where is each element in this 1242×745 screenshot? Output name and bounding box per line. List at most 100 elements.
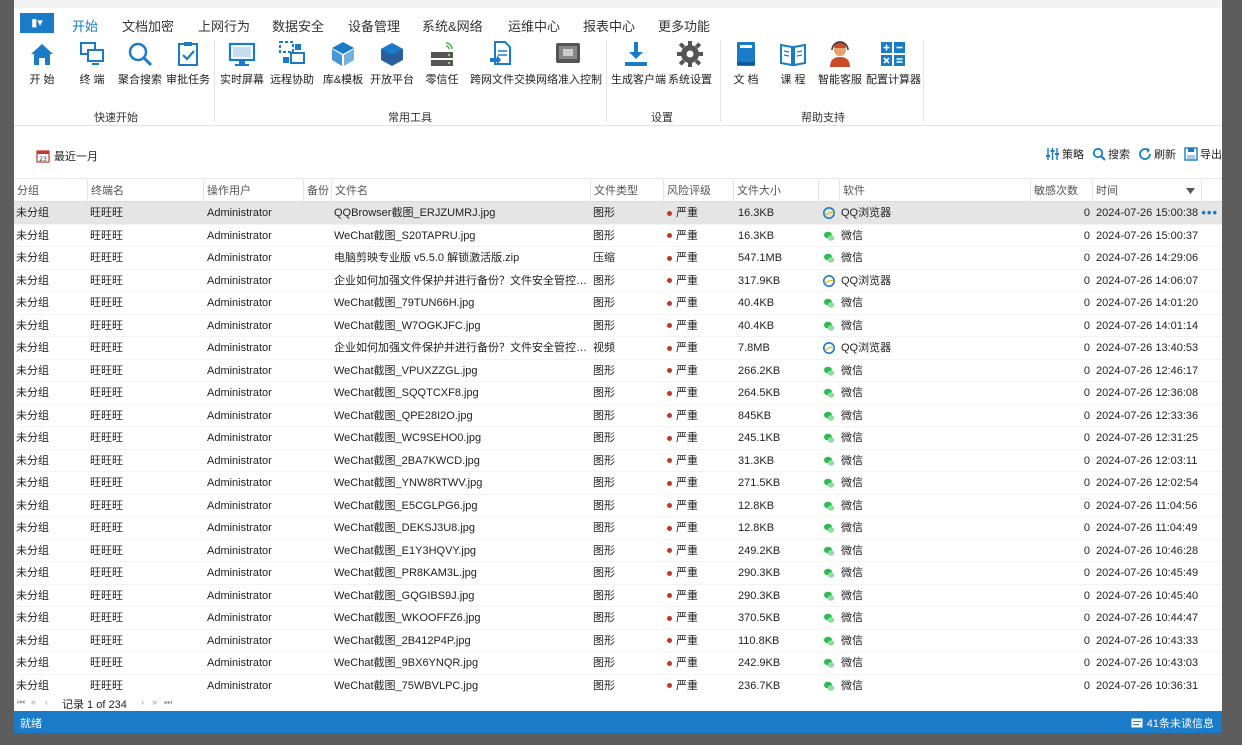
software-label: 微信: [841, 612, 863, 624]
table-row[interactable]: 未分组 旺旺旺 Administrator 企业如何加强文件保护并进行备份？文件安全管…: [14, 337, 1222, 360]
ribbon-system-settings-button[interactable]: 系统设置: [668, 40, 712, 88]
table-row[interactable]: 未分组 旺旺旺 Administrator WeChat截图_75WBVLPC.jpg…: [14, 675, 1222, 696]
ribbon-network-access-button[interactable]: 网络准入控制: [536, 40, 602, 88]
unread-messages-label: 41条未读信息: [1146, 718, 1214, 730]
table-row[interactable]: 未分组 旺旺旺 Administrator WeChat截图_WC9SEHO0.jpg…: [14, 427, 1222, 450]
ribbon-library-button[interactable]: 库&模板: [321, 40, 365, 88]
ribbon-remote-assist-button[interactable]: 远程协助: [270, 40, 314, 88]
ribbon-courses-label: 课 程: [780, 74, 806, 86]
menu-bar: ▮▾ 开始 文档加密 上网行为 数据安全 设备管理 系统&网络 运维中心 报表中…: [14, 8, 1222, 41]
tab-web-behavior[interactable]: 上网行为: [198, 16, 250, 35]
cell-group: 未分组: [16, 319, 49, 332]
ribbon-aggregate-search-label: 聚合搜索: [118, 74, 162, 86]
refresh-button[interactable]: 刷新: [1138, 146, 1176, 162]
table-row[interactable]: 未分组 旺旺旺 Administrator WeChat截图_GQGIBS9J.jpg…: [14, 585, 1222, 607]
tab-doc-encryption[interactable]: 文档加密: [122, 16, 174, 35]
cell-group: 未分组: [16, 432, 49, 444]
software-label: 微信: [841, 477, 863, 489]
ribbon-smart-support-button[interactable]: 智能客服: [818, 40, 862, 88]
tab-report-center[interactable]: 报表中心: [583, 16, 635, 35]
table-row[interactable]: 未分组 旺旺旺 Administrator WeChat截图_VPUXZZGL.jpg…: [14, 360, 1222, 382]
tab-system-network[interactable]: 系统&网络: [422, 16, 483, 35]
app-menu-button[interactable]: ▮▾: [20, 13, 54, 33]
table-row[interactable]: 未分组 旺旺旺 Administrator WeChat截图_9BX6YNQR.jpg…: [14, 652, 1222, 675]
ribbon-config-calculator-button[interactable]: 配置计算器: [866, 40, 921, 88]
cell-size: 249.2KB: [738, 544, 781, 557]
last-page-icon[interactable]: ⏭: [164, 697, 172, 708]
column-header-filename[interactable]: 文件名: [331, 180, 591, 202]
risk-label: 严重: [676, 229, 698, 242]
ribbon-cross-network-button[interactable]: 跨网文件交换: [470, 40, 536, 88]
cell-size: 31.3KB: [738, 454, 775, 467]
column-header-backup[interactable]: 备份: [303, 180, 332, 202]
ribbon-generate-client-button[interactable]: 生成客户端: [611, 40, 666, 88]
column-header-filesize[interactable]: 文件大小: [733, 180, 819, 202]
cell-user: Administrator: [207, 342, 272, 354]
date-range-selector[interactable]: 23 最近一月: [36, 148, 98, 164]
cell-risk: 严重: [667, 202, 731, 224]
file-exchange-icon: [490, 41, 511, 65]
prev-page-icon[interactable]: «: [31, 697, 36, 707]
ribbon-zero-trust-button[interactable]: 零信任: [424, 40, 460, 88]
table-row[interactable]: 未分组 旺旺旺 Administrator WeChat截图_YNW8RTWV.jpg…: [14, 472, 1222, 495]
table-row[interactable]: 未分组 旺旺旺 Administrator WeChat截图_DEKSJ3U8.jpg…: [14, 517, 1222, 540]
table-row[interactable]: 未分组 旺旺旺 Administrator WeChat截图_WKOOFFZ6.jpg…: [14, 607, 1222, 630]
table-row[interactable]: 未分组 旺旺旺 Administrator WeChat截图_W7OGKJFC.jpg…: [14, 315, 1222, 337]
ribbon-realtime-screen-button[interactable]: 实时屏幕: [220, 40, 264, 88]
ribbon-courses-button[interactable]: 课 程: [775, 40, 811, 88]
column-header-software[interactable]: 软件: [839, 180, 1031, 202]
cell-terminal: 旺旺旺: [90, 207, 123, 219]
more-actions-icon[interactable]: •••: [1201, 202, 1218, 224]
search-button[interactable]: 搜索: [1092, 146, 1130, 162]
ribbon-terminal-button[interactable]: 终 端: [75, 40, 109, 88]
column-header-risk[interactable]: 风险评级: [663, 180, 734, 202]
cell-software: 微信: [823, 630, 1028, 652]
table-row[interactable]: 未分组 旺旺旺 Administrator WeChat截图_79TUN66H.jpg…: [14, 292, 1222, 315]
first-page-icon[interactable]: ⏮: [17, 697, 25, 708]
cell-size: 271.5KB: [738, 477, 781, 489]
next-page-icon[interactable]: »: [152, 697, 157, 707]
unread-messages[interactable]: 41条未读信息: [1131, 715, 1214, 731]
table-row[interactable]: 未分组 旺旺旺 Administrator WeChat截图_2B412P4P.jpg…: [14, 630, 1222, 652]
tab-more-features[interactable]: 更多功能: [658, 16, 710, 35]
prev-icon[interactable]: ‹: [45, 697, 48, 707]
table-row[interactable]: 未分组 旺旺旺 Administrator WeChat截图_SQQTCXF8.jpg…: [14, 382, 1222, 405]
strategy-button[interactable]: 策略: [1045, 146, 1084, 162]
table-row[interactable]: 未分组 旺旺旺 Administrator QQBrowser截图_ERJZUMRJ.…: [14, 202, 1222, 225]
cell-risk: 严重: [667, 607, 731, 629]
table-row[interactable]: 未分组 旺旺旺 Administrator WeChat截图_S20TAPRU.jpg…: [14, 225, 1222, 247]
qq-browser-icon: [823, 274, 835, 287]
table-row[interactable]: 未分组 旺旺旺 Administrator WeChat截图_E5CGLPG6.jpg…: [14, 495, 1222, 517]
table-row[interactable]: 未分组 旺旺旺 Administrator WeChat截图_2BA7KWCD.jpg…: [14, 450, 1222, 472]
export-button[interactable]: 导出: [1184, 146, 1222, 162]
column-header-terminal[interactable]: 终端名: [87, 180, 204, 202]
column-header-group[interactable]: 分组: [14, 180, 88, 202]
column-header-user[interactable]: 操作用户: [203, 180, 304, 202]
column-header-sensitive-count[interactable]: 敏感次数: [1030, 180, 1093, 202]
tab-device-management[interactable]: 设备管理: [348, 16, 400, 35]
cell-size: 290.3KB: [738, 589, 781, 602]
cell-file: 企业如何加强文件保护并进行备份？文件安全管控软件...: [334, 274, 589, 287]
ribbon-open-platform-button[interactable]: 开放平台: [370, 40, 414, 88]
cell-count: 0: [1083, 499, 1090, 512]
cell-count: 0: [1083, 229, 1090, 242]
ribbon-start-button[interactable]: 开 始: [25, 40, 59, 88]
next-icon[interactable]: ›: [141, 697, 144, 707]
table-row[interactable]: 未分组 旺旺旺 Administrator 企业如何加强文件保护并进行备份？文件安全管…: [14, 270, 1222, 292]
tab-data-security[interactable]: 数据安全: [272, 16, 324, 35]
sort-desc-icon[interactable]: [1186, 188, 1195, 194]
ribbon-docs-button[interactable]: 文 档: [728, 40, 764, 88]
risk-dot-icon: [667, 233, 672, 239]
table-row[interactable]: 未分组 旺旺旺 Administrator WeChat截图_E1Y3HQVY.jpg…: [14, 540, 1222, 562]
table-row[interactable]: 未分组 旺旺旺 Administrator WeChat截图_QPE28I2O.jpg…: [14, 405, 1222, 427]
ribbon-approval-button[interactable]: 审批任务: [166, 40, 210, 88]
tab-start[interactable]: 开始: [69, 16, 101, 41]
column-header-filetype[interactable]: 文件类型: [590, 180, 664, 202]
cell-software: 微信: [823, 405, 1028, 427]
checklist-icon: [178, 42, 198, 66]
qq-browser-icon: [823, 342, 835, 355]
table-row[interactable]: 未分组 旺旺旺 Administrator WeChat截图_PR8KAM3L.jpg…: [14, 562, 1222, 585]
tab-ops-center[interactable]: 运维中心: [508, 16, 560, 35]
table-row[interactable]: 未分组 旺旺旺 Administrator 电脑剪映专业版 v5.5.0 解锁激活版.…: [14, 247, 1222, 270]
ribbon-aggregate-search-button[interactable]: 聚合搜索: [118, 40, 162, 88]
